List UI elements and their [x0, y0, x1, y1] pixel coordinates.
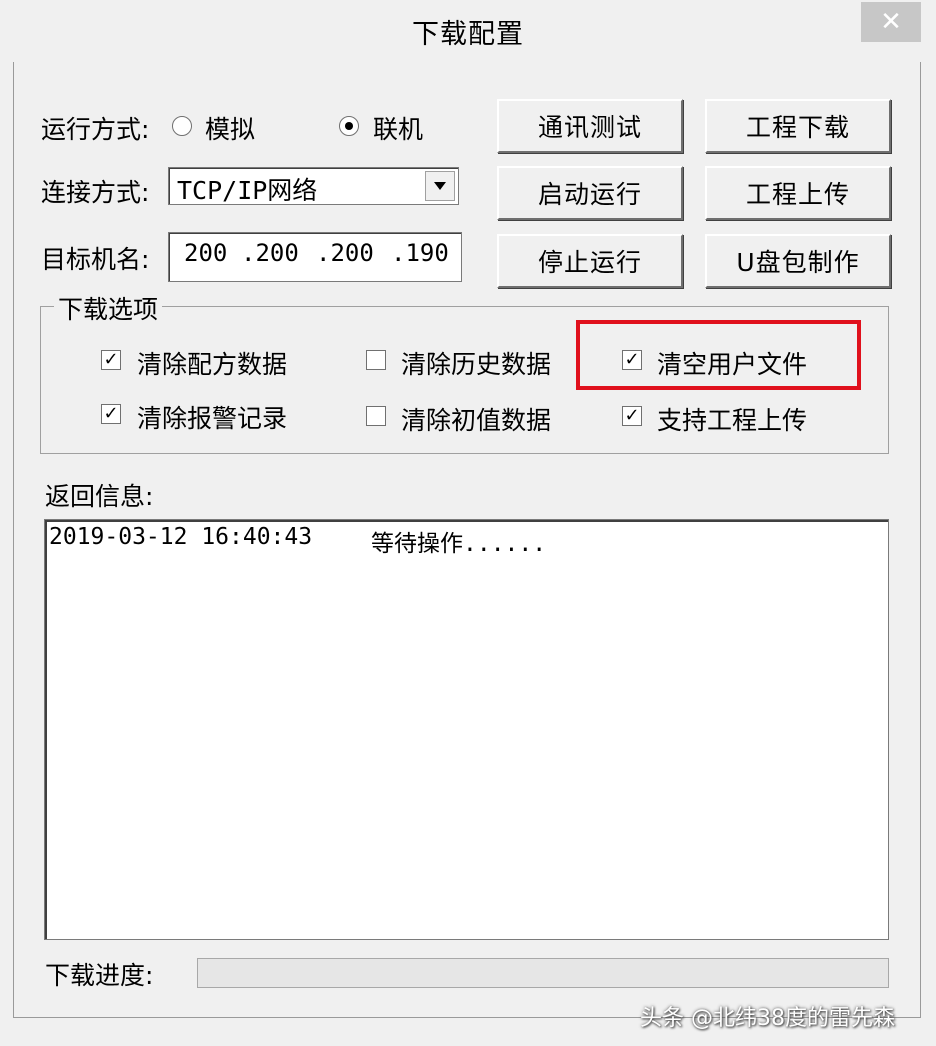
- usb-package-button[interactable]: U盘包制作: [705, 234, 891, 288]
- ip-octet-3[interactable]: .200: [316, 239, 374, 267]
- run-mode-label: 运行方式:: [41, 115, 150, 144]
- checkbox-clear-recipe[interactable]: ✓: [101, 350, 121, 370]
- radio-simulate[interactable]: [172, 116, 192, 136]
- checkbox-clear-alarms-label[interactable]: 清除报警记录: [137, 399, 287, 435]
- log-label: 返回信息:: [45, 482, 154, 511]
- check-mark-icon: ✓: [103, 403, 119, 424]
- ip-octet-1[interactable]: 200: [184, 239, 227, 267]
- log-entry-message: 等待操作......: [371, 531, 547, 557]
- close-icon: ✕: [880, 7, 902, 37]
- watermark: 头条 @北纬38度的雷先森: [640, 1006, 895, 1031]
- title-bar: 下载配置 ✕: [0, 0, 936, 62]
- chevron-down-icon: [434, 182, 446, 190]
- checkbox-support-upload-label[interactable]: 支持工程上传: [657, 401, 807, 437]
- checkbox-clear-alarms[interactable]: ✓: [101, 404, 121, 424]
- download-config-window: 下载配置 ✕ 运行方式: 模拟 联机 连接方式: TCP/IP网络 目标机名: …: [0, 0, 936, 1046]
- comm-test-button[interactable]: 通讯测试: [497, 99, 683, 153]
- project-upload-button[interactable]: 工程上传: [705, 166, 891, 220]
- stop-run-button[interactable]: 停止运行: [497, 234, 683, 288]
- project-download-button[interactable]: 工程下载: [705, 99, 891, 153]
- download-options-title: 下载选项: [54, 290, 163, 326]
- radio-online[interactable]: [339, 116, 359, 136]
- connection-value: TCP/IP网络: [177, 176, 318, 205]
- radio-online-label[interactable]: 联机: [373, 110, 423, 146]
- close-button[interactable]: ✕: [861, 2, 921, 42]
- dropdown-button[interactable]: [425, 171, 455, 201]
- target-label: 目标机名:: [41, 245, 150, 274]
- download-progress-bar: [197, 958, 889, 988]
- log-entry-time: 2019-03-12 16:40:43: [49, 524, 313, 550]
- check-mark-icon: ✓: [624, 405, 640, 426]
- ip-address-input[interactable]: 200 .200 .200 .190: [168, 232, 462, 282]
- ip-octet-4[interactable]: .190: [391, 239, 449, 267]
- connection-label: 连接方式:: [41, 178, 150, 207]
- check-mark-icon: ✓: [103, 349, 119, 370]
- progress-label: 下载进度:: [45, 961, 154, 990]
- checkbox-clear-initial[interactable]: [366, 406, 386, 426]
- checkbox-clear-history[interactable]: [366, 350, 386, 370]
- ip-octet-2[interactable]: .200: [241, 239, 299, 267]
- highlight-box: [576, 320, 861, 390]
- radio-simulate-label[interactable]: 模拟: [205, 110, 255, 146]
- checkbox-support-upload[interactable]: ✓: [622, 406, 642, 426]
- checkbox-clear-recipe-label[interactable]: 清除配方数据: [137, 345, 287, 381]
- checkbox-clear-initial-label[interactable]: 清除初值数据: [401, 401, 551, 437]
- log-output[interactable]: 2019-03-12 16:40:43 等待操作......: [44, 519, 889, 940]
- checkbox-clear-history-label[interactable]: 清除历史数据: [401, 345, 551, 381]
- connection-select[interactable]: TCP/IP网络: [168, 167, 459, 205]
- window-title: 下载配置: [412, 19, 524, 50]
- start-run-button[interactable]: 启动运行: [497, 166, 683, 220]
